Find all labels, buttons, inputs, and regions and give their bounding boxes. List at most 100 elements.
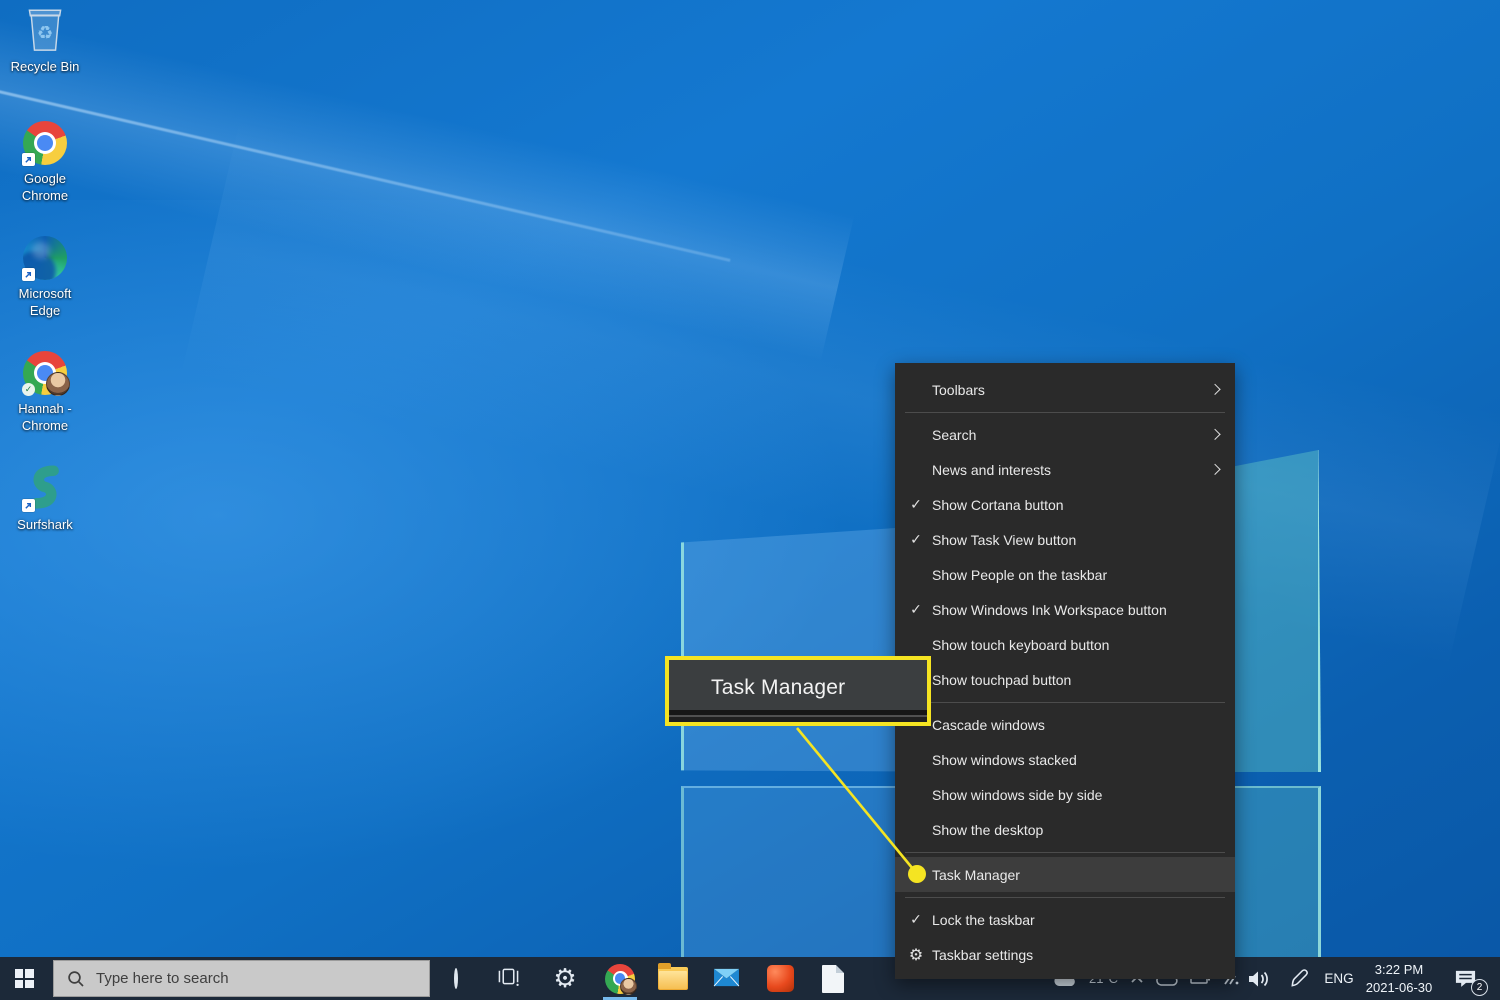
menu-item-label: Search bbox=[932, 426, 977, 443]
volume-button[interactable] bbox=[1240, 957, 1278, 1000]
clock[interactable]: 3:22 PM 2021-06-30 bbox=[1360, 957, 1438, 1000]
menu-item-show-windows-stacked[interactable]: Show windows stacked bbox=[895, 742, 1235, 777]
callout-label: Task Manager bbox=[711, 676, 846, 699]
menu-item-label: Cascade windows bbox=[932, 716, 1045, 733]
sync-check-icon: ✓ bbox=[22, 383, 35, 396]
menu-item-show-windows-ink-workspace-button[interactable]: ✓ Show Windows Ink Workspace button bbox=[895, 592, 1235, 627]
desktop-icon-label: Hannah - Chrome bbox=[18, 401, 72, 433]
task-view-taskbar-button[interactable] bbox=[485, 957, 531, 1000]
desktop-icon-recycle-bin[interactable]: ♻ Recycle Bin bbox=[2, 6, 88, 76]
profile-avatar bbox=[46, 372, 70, 396]
menu-item-label: Show windows stacked bbox=[932, 751, 1077, 768]
mail-icon bbox=[712, 965, 741, 993]
chevron-right-icon bbox=[1209, 463, 1221, 475]
chrome-profile-icon bbox=[605, 963, 637, 995]
checkmark-icon: ✓ bbox=[910, 601, 922, 617]
wallpaper-window-pane bbox=[1235, 786, 1321, 958]
desktop-icon-label: Surfshark bbox=[17, 517, 73, 532]
windows-ink-button[interactable] bbox=[1281, 957, 1317, 1000]
menu-item-show-cortana-button[interactable]: ✓ Show Cortana button bbox=[895, 487, 1235, 522]
chevron-right-icon bbox=[1209, 428, 1221, 440]
menu-item-label: Taskbar settings bbox=[932, 946, 1034, 963]
desktop-icon-label: Microsoft Edge bbox=[18, 286, 72, 318]
folder-icon bbox=[658, 963, 688, 990]
checkmark-icon: ✓ bbox=[910, 531, 922, 547]
callout-strip bbox=[669, 710, 927, 722]
office-taskbar-button[interactable] bbox=[757, 957, 803, 1000]
menu-item-label: News and interests bbox=[932, 461, 1052, 478]
task-manager-callout: Task Manager bbox=[665, 656, 931, 726]
windows-logo-icon bbox=[14, 969, 34, 988]
notification-badge: 2 bbox=[1471, 979, 1488, 996]
mail-taskbar-button[interactable] bbox=[703, 957, 749, 1000]
task-view-icon bbox=[496, 966, 521, 992]
language-label: ENG bbox=[1324, 971, 1354, 986]
wallpaper-window-pane bbox=[1235, 450, 1321, 772]
checkmark-icon: ✓ bbox=[910, 496, 922, 512]
start-button[interactable] bbox=[0, 957, 48, 1000]
cortana-icon bbox=[454, 967, 458, 989]
desktop-icon-google-chrome[interactable]: Google Chrome bbox=[2, 118, 88, 205]
desktop-icon-hannah-chrome[interactable]: ✓ Hannah - Chrome bbox=[2, 348, 88, 435]
settings-taskbar-button[interactable]: ⚙ bbox=[542, 957, 588, 1000]
clock-time: 3:22 PM bbox=[1374, 961, 1424, 977]
pen-icon bbox=[1290, 969, 1308, 987]
search-placeholder: Type here to search bbox=[96, 970, 229, 987]
menu-item-label: Show touch keyboard button bbox=[932, 636, 1110, 653]
gear-icon: ⚙ bbox=[553, 963, 577, 994]
shortcut-arrow-icon bbox=[22, 153, 35, 166]
clock-date: 2021-06-30 bbox=[1365, 979, 1433, 995]
menu-item-toolbars[interactable]: Toolbars bbox=[895, 372, 1235, 407]
menu-item-show-windows-side-by-side[interactable]: Show windows side by side bbox=[895, 777, 1235, 812]
volume-icon bbox=[1249, 971, 1268, 986]
desktop-icon-microsoft-edge[interactable]: Microsoft Edge bbox=[2, 233, 88, 320]
menu-item-label: Show People on the taskbar bbox=[932, 566, 1108, 583]
menu-separator bbox=[905, 411, 1225, 413]
action-center-button[interactable]: 2 bbox=[1440, 957, 1490, 1000]
taskbar-context-menu: Toolbars Search News and interests ✓ Show Co… bbox=[895, 363, 1235, 979]
menu-separator bbox=[905, 896, 1225, 898]
menu-item-label: Show touchpad button bbox=[932, 671, 1072, 688]
menu-item-show-the-desktop[interactable]: Show the desktop bbox=[895, 812, 1235, 847]
menu-item-cascade-windows[interactable]: Cascade windows bbox=[895, 707, 1235, 742]
svg-text:♻: ♻ bbox=[37, 22, 53, 43]
menu-item-show-touchpad-button[interactable]: Show touchpad button bbox=[895, 662, 1235, 697]
wallpaper bbox=[0, 0, 1500, 1000]
chevron-right-icon bbox=[1209, 383, 1221, 395]
menu-item-show-people-on-the-taskbar[interactable]: Show People on the taskbar bbox=[895, 557, 1235, 592]
profile-avatar bbox=[620, 977, 637, 995]
checkmark-icon: ✓ bbox=[910, 911, 922, 927]
shortcut-arrow-icon bbox=[22, 499, 35, 512]
shortcut-arrow-icon bbox=[22, 268, 35, 281]
taskbar: 21°C Ty bbox=[0, 957, 1500, 1000]
word-taskbar-button[interactable] bbox=[810, 957, 856, 1000]
recycle-bin-icon: ♻ bbox=[23, 4, 67, 59]
gear-icon: ⚙ bbox=[908, 946, 924, 964]
desktop-icon-label: Recycle Bin bbox=[10, 59, 80, 74]
menu-item-news-and-interests[interactable]: News and interests bbox=[895, 452, 1235, 487]
menu-item-show-touch-keyboard-button[interactable]: Show touch keyboard button bbox=[895, 627, 1235, 662]
menu-item-label: Show windows side by side bbox=[932, 786, 1103, 803]
menu-separator bbox=[905, 701, 1225, 703]
menu-item-label: Task Manager bbox=[932, 866, 1020, 883]
search-icon bbox=[68, 970, 84, 987]
search-box[interactable]: Type here to search bbox=[53, 960, 430, 997]
menu-item-label: Toolbars bbox=[932, 381, 985, 398]
menu-item-lock-the-taskbar[interactable]: ✓ Lock the taskbar bbox=[895, 902, 1235, 937]
menu-item-taskbar-settings[interactable]: ⚙ Taskbar settings bbox=[895, 937, 1235, 972]
menu-item-label: Show Cortana button bbox=[932, 496, 1064, 513]
document-icon bbox=[822, 964, 844, 993]
chrome-taskbar-button[interactable] bbox=[597, 957, 643, 1000]
office-icon bbox=[766, 965, 794, 992]
menu-item-label: Show the desktop bbox=[932, 821, 1044, 838]
menu-item-show-task-view-button[interactable]: ✓ Show Task View button bbox=[895, 522, 1235, 557]
menu-item-task-manager[interactable]: Task Manager bbox=[895, 857, 1235, 892]
desktop-icon-surfshark[interactable]: Surfshark bbox=[2, 464, 88, 534]
file-explorer-taskbar-button[interactable] bbox=[650, 957, 696, 1000]
cortana-taskbar-button[interactable] bbox=[433, 957, 479, 1000]
menu-item-search[interactable]: Search bbox=[895, 417, 1235, 452]
language-indicator[interactable]: ENG bbox=[1318, 957, 1360, 1000]
menu-item-label: Lock the taskbar bbox=[932, 911, 1035, 928]
menu-item-label: Show Windows Ink Workspace button bbox=[932, 601, 1167, 618]
menu-item-label: Show Task View button bbox=[932, 531, 1077, 548]
